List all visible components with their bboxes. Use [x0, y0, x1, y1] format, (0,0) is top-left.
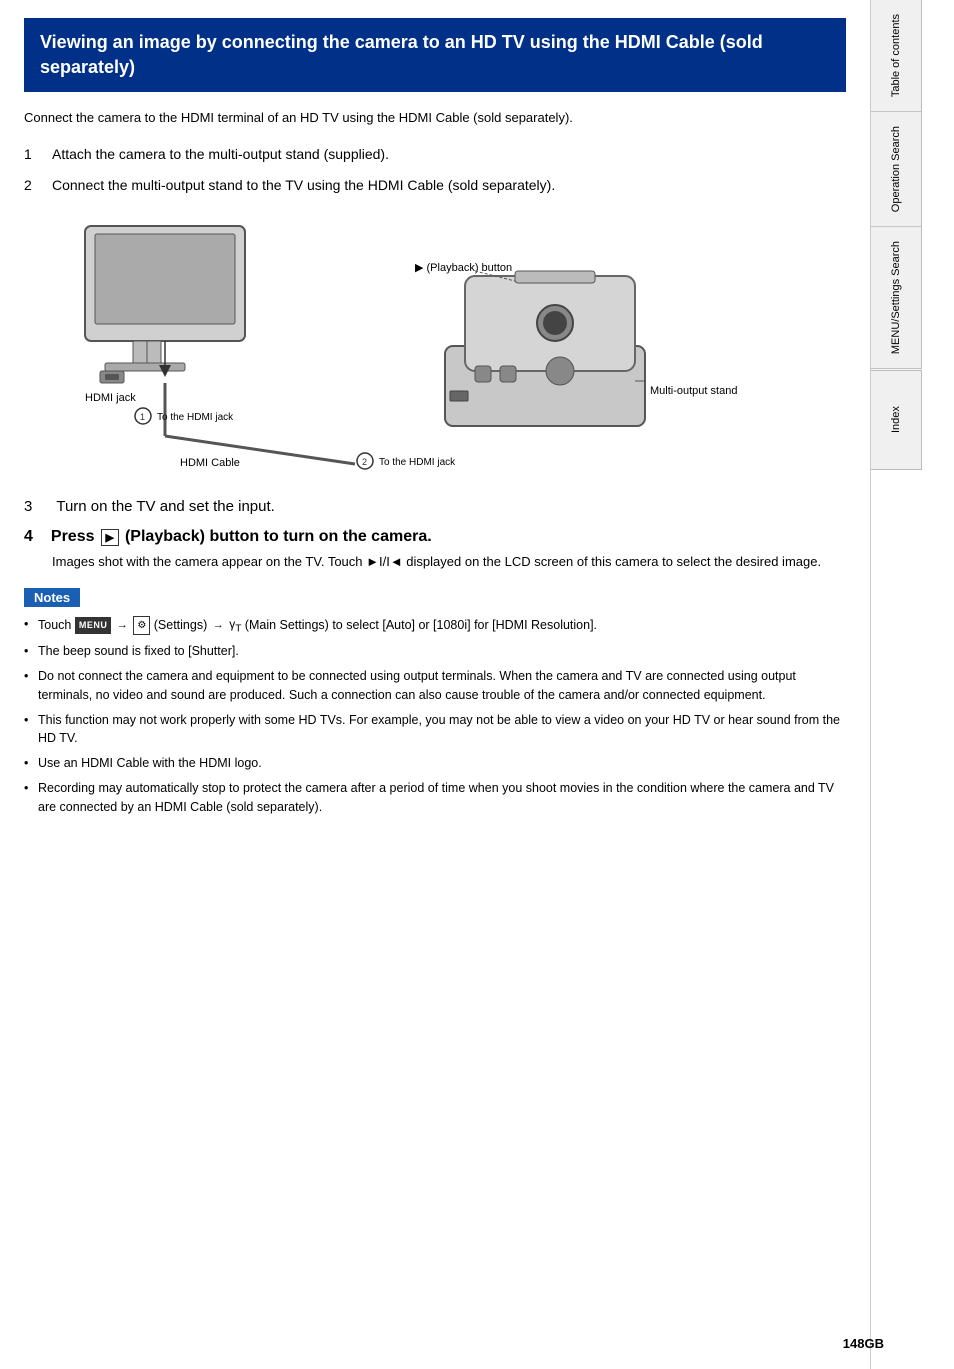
- diagram: HDMI jack HDMI Cable 1 To the HDMI jack: [24, 216, 846, 476]
- step-4-press: Press: [51, 528, 95, 546]
- step-2-text: Connect the multi-output stand to the TV…: [52, 175, 846, 196]
- step-4-number: 4: [24, 528, 33, 546]
- svg-text:1: 1: [140, 412, 145, 422]
- step-3: 3 Turn on the TV and set the input.: [24, 496, 846, 519]
- arrow-icon-1: →: [117, 617, 128, 634]
- step-4: 4 Press ▶ (Playback) button to turn on t…: [24, 528, 846, 572]
- sidebar-tab-menu-label: MENU/Settings Search: [889, 241, 903, 354]
- step-4-subtext: Images shot with the camera appear on th…: [52, 552, 846, 572]
- note-item-1: Touch MENU → ⚙ (Settings) → γT (Main Set…: [24, 615, 846, 636]
- notes-label: Notes: [24, 588, 80, 607]
- svg-text:To the HDMI jack: To the HDMI jack: [157, 412, 234, 423]
- note-item-5: Use an HDMI Cable with the HDMI logo.: [24, 754, 846, 773]
- menu-icon: MENU: [75, 617, 112, 635]
- page-number-value: 148GB: [843, 1336, 884, 1351]
- step-4-text2: (Playback) button to turn on the camera.: [125, 528, 432, 546]
- step-2: 2 Connect the multi-output stand to the …: [24, 175, 846, 196]
- page-header: Viewing an image by connecting the camer…: [24, 18, 846, 92]
- svg-text:To the HDMI jack: To the HDMI jack: [379, 457, 456, 468]
- page-number: 148GB: [843, 1336, 884, 1351]
- step-1-number: 1: [24, 144, 40, 165]
- step-3-text: Turn on the TV and set the input.: [56, 496, 274, 519]
- settings-icon: ⚙: [133, 616, 150, 635]
- sidebar-tab-index-label: Index: [889, 406, 903, 433]
- intro-text: Connect the camera to the HDMI terminal …: [24, 108, 846, 128]
- sidebar: Table of contents Operation Search MENU/…: [870, 0, 922, 1369]
- playback-icon: ▶: [101, 529, 119, 546]
- sidebar-tab-toc-label: Table of contents: [889, 14, 903, 97]
- notes-section: Notes Touch MENU → ⚙ (Settings) → γT (Ma…: [24, 588, 846, 816]
- step-4-header: 4 Press ▶ (Playback) button to turn on t…: [24, 528, 846, 546]
- sidebar-tab-operation-label: Operation Search: [889, 126, 903, 212]
- svg-text:2: 2: [362, 457, 367, 467]
- arrow-icon-2: →: [213, 617, 224, 634]
- header-title: Viewing an image by connecting the camer…: [40, 32, 763, 77]
- sidebar-tab-operation[interactable]: Operation Search: [871, 112, 922, 227]
- sidebar-tab-toc[interactable]: Table of contents: [871, 0, 922, 112]
- step-3-number: 3: [24, 496, 32, 519]
- hdmi-jack-label: HDMI jack: [85, 392, 136, 404]
- step-2-number: 2: [24, 175, 40, 196]
- svg-text:Multi-output stand: Multi-output stand: [650, 385, 737, 397]
- svg-text:HDMI Cable: HDMI Cable: [180, 457, 240, 469]
- notes-list: Touch MENU → ⚙ (Settings) → γT (Main Set…: [24, 615, 846, 816]
- sidebar-tab-menu[interactable]: MENU/Settings Search: [871, 227, 922, 369]
- note-item-2: The beep sound is fixed to [Shutter].: [24, 642, 846, 661]
- note-item-3: Do not connect the camera and equipment …: [24, 667, 846, 705]
- step-1-text: Attach the camera to the multi-output st…: [52, 144, 846, 165]
- settings-icon2: γT: [229, 615, 241, 636]
- note-item-6: Recording may automatically stop to prot…: [24, 779, 846, 817]
- note-item-4: This function may not work properly with…: [24, 711, 846, 749]
- sidebar-tab-index[interactable]: Index: [871, 370, 922, 470]
- svg-text:▶ (Playback) button: ▶ (Playback) button: [415, 262, 512, 274]
- step-1: 1 Attach the camera to the multi-output …: [24, 144, 846, 165]
